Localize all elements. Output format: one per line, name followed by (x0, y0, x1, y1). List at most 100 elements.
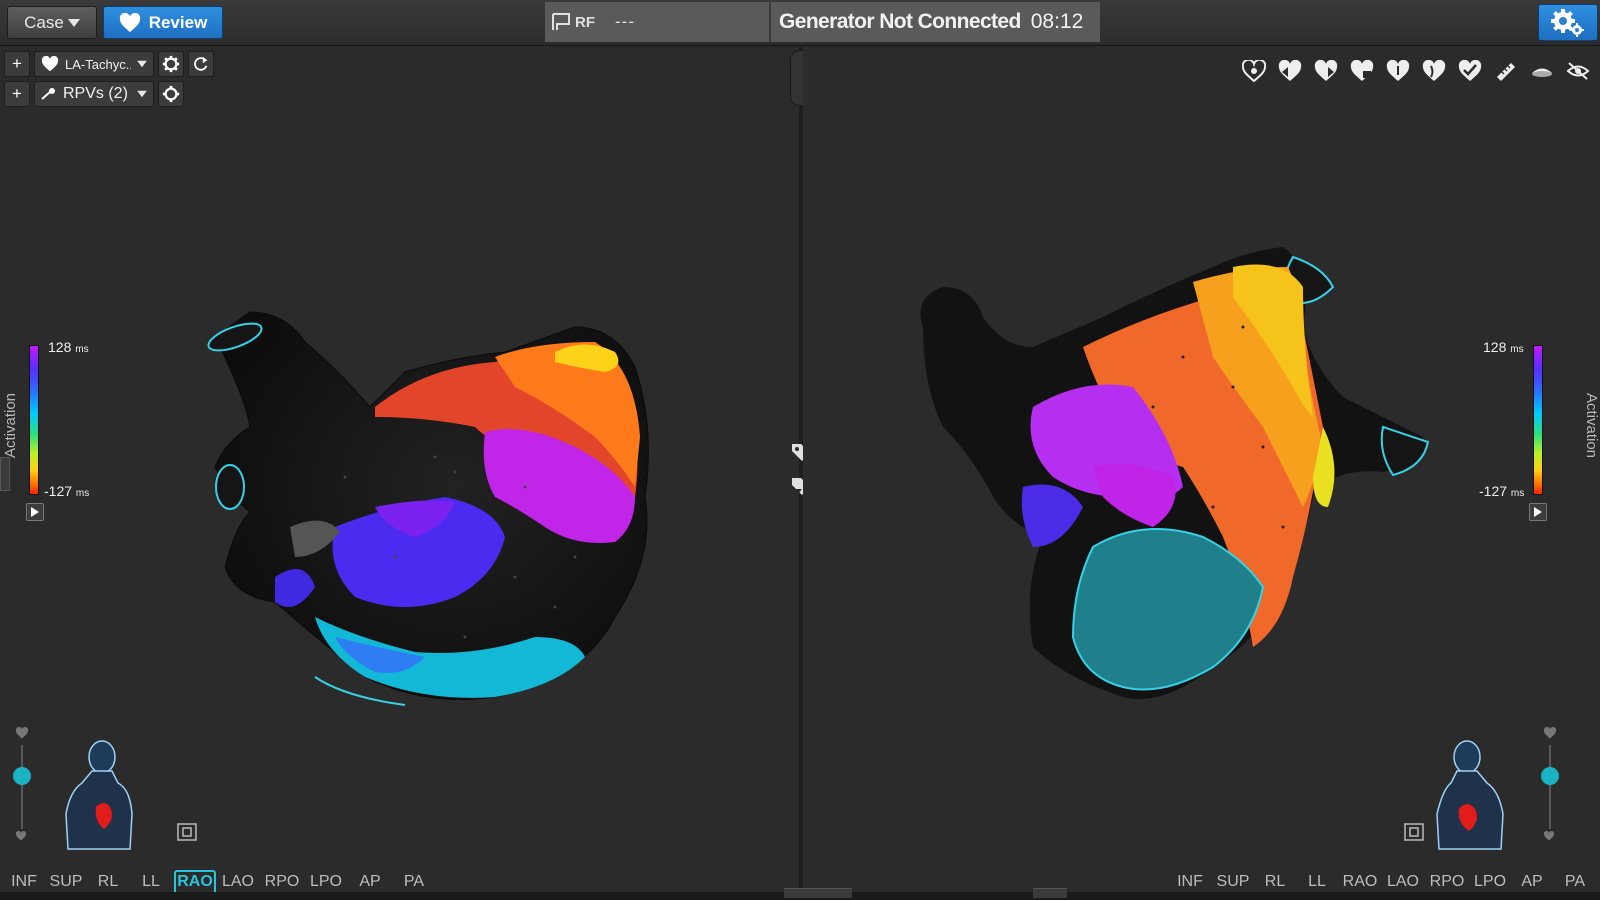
view-lao-right[interactable]: LAO (1381, 870, 1425, 894)
view-lpo-right[interactable]: LPO (1469, 870, 1511, 894)
torso-orientation-icon-right[interactable] (1435, 739, 1509, 859)
case-menu-button[interactable]: Case (7, 6, 97, 39)
eye-off-icon (1566, 62, 1590, 80)
right-map-pane[interactable]: 128 ms -127 ms Activation INF SUP RL LL … (803, 47, 1600, 900)
heart-arrow-right-tool[interactable] (1312, 57, 1340, 85)
map-select[interactable]: LA-Tachyc... (34, 51, 154, 77)
heart-icon (1386, 60, 1410, 81)
legend-max: 128 ms (48, 339, 89, 355)
view-pa-left[interactable]: PA (392, 870, 436, 894)
view-ll-left[interactable]: LL (128, 870, 174, 894)
heart-display-tool[interactable] (1384, 57, 1412, 85)
view-pa-right[interactable]: PA (1553, 870, 1597, 894)
torso-orientation-icon[interactable] (60, 739, 134, 859)
map-select-label: LA-Tachyc... (65, 56, 131, 72)
play-icon (31, 507, 39, 517)
heart-small-tool[interactable] (1420, 57, 1448, 85)
left-atrium-3d-map[interactable] (195, 257, 675, 727)
view-inf-right[interactable]: INF (1169, 870, 1211, 894)
legend-min-right: -127 ms (1479, 483, 1525, 499)
heart-lock-tool[interactable] (1348, 57, 1376, 85)
legend-max-right: 128 ms (1483, 339, 1524, 355)
view-ll-right[interactable]: LL (1295, 870, 1339, 894)
view-rpo-right[interactable]: RPO (1425, 870, 1469, 894)
side-panel-toggle[interactable] (0, 457, 10, 491)
heart-small-icon (15, 831, 27, 841)
view-rpo-left[interactable]: RPO (260, 870, 304, 894)
legend-min: -127 ms (44, 483, 90, 499)
heart-small-icon (1422, 60, 1446, 81)
flag-icon (552, 13, 570, 30)
chevron-down-icon (67, 18, 80, 27)
slider-track (21, 745, 23, 829)
slider-knob[interactable] (13, 767, 31, 785)
view-rl-left[interactable]: RL (88, 870, 128, 894)
heart-outline-icon (1242, 60, 1266, 82)
slider-knob[interactable] (1541, 767, 1559, 785)
refresh-map-button[interactable] (188, 51, 214, 77)
heart-lock-icon (1350, 60, 1374, 81)
opacity-slider-left[interactable] (12, 727, 32, 847)
bottom-panel-toggle-left[interactable] (784, 888, 818, 898)
rf-status: RF --- (545, 2, 771, 42)
subset-select[interactable]: RPVs (2) (34, 81, 154, 107)
rf-label: RF (575, 13, 595, 31)
bottom-panel-toggle-center[interactable] (818, 888, 852, 898)
play-activation-button-right[interactable] (1529, 503, 1547, 521)
heart-check-tool[interactable] (1456, 57, 1484, 85)
activation-color-scale (29, 345, 39, 495)
subset-controls-row: + RPVs (2) (4, 81, 184, 107)
bottom-panel-toggle-right[interactable] (1033, 888, 1067, 898)
view-lpo-left[interactable]: LPO (304, 870, 348, 894)
slider-track (1549, 745, 1551, 829)
view-rao-right[interactable]: RAO (1339, 870, 1381, 894)
subset-settings-button[interactable] (158, 81, 184, 107)
opacity-slider-right[interactable] (1540, 727, 1560, 847)
cap-icon (1532, 68, 1552, 77)
play-activation-button[interactable] (26, 503, 44, 521)
activation-legend-right: 128 ms -127 ms (1479, 339, 1563, 529)
view-sup-left[interactable]: SUP (44, 870, 88, 894)
gears-icon (1551, 8, 1584, 37)
left-atrium-3d-map-right[interactable] (883, 207, 1443, 727)
chevron-down-icon (137, 90, 147, 98)
subset-select-label: RPVs (2) (63, 85, 128, 102)
camera-reset-icon[interactable] (176, 821, 198, 843)
review-button[interactable]: Review (103, 6, 223, 39)
hide-tool[interactable] (1564, 57, 1592, 85)
view-ap-right[interactable]: AP (1511, 870, 1553, 894)
heart-icon (15, 727, 29, 739)
case-label: Case (24, 12, 64, 32)
view-ap-left[interactable]: AP (348, 870, 392, 894)
map-settings-button[interactable] (158, 51, 184, 77)
play-icon (1534, 507, 1542, 517)
view-rl-right[interactable]: RL (1255, 870, 1295, 894)
generator-status: Generator Not Connected (779, 10, 1021, 33)
view-inf-left[interactable]: INF (4, 870, 44, 894)
cap-tool[interactable] (1528, 57, 1556, 85)
add-map-button[interactable]: + (4, 51, 30, 77)
carto-app-window: Case Review RF --- Generator Not Connect… (0, 0, 1600, 900)
heart-icon (1543, 727, 1557, 739)
ruler-tool[interactable] (1492, 57, 1520, 85)
activation-side-label-left: Activation (2, 392, 20, 459)
activation-side-label-right: Activation (1583, 392, 1600, 459)
settings-button[interactable] (1538, 4, 1598, 41)
view-rao-left[interactable]: RAO (174, 870, 216, 894)
heart-arrow-right-icon (1314, 60, 1338, 81)
heart-small-icon (1543, 831, 1555, 841)
chevron-down-icon (137, 60, 147, 68)
view-lao-left[interactable]: LAO (216, 870, 260, 894)
rf-value: --- (615, 12, 635, 31)
view-sup-right[interactable]: SUP (1211, 870, 1255, 894)
heart-icon (119, 12, 140, 32)
camera-reset-icon-right[interactable] (1403, 821, 1425, 843)
map-controls-row: + LA-Tachyc... (4, 51, 214, 77)
heart-arrow-left-tool[interactable] (1276, 57, 1304, 85)
heart-arrow-left-icon (1278, 60, 1302, 81)
status-panel: RF --- Generator Not Connected 08:12 (545, 2, 1100, 42)
left-map-pane[interactable]: + LA-Tachyc... + RPVs (2) 128 ms -127 ms… (0, 47, 799, 900)
add-subset-button[interactable]: + (4, 81, 30, 107)
heart-outline-tool[interactable] (1240, 57, 1268, 85)
review-label: Review (148, 12, 208, 32)
